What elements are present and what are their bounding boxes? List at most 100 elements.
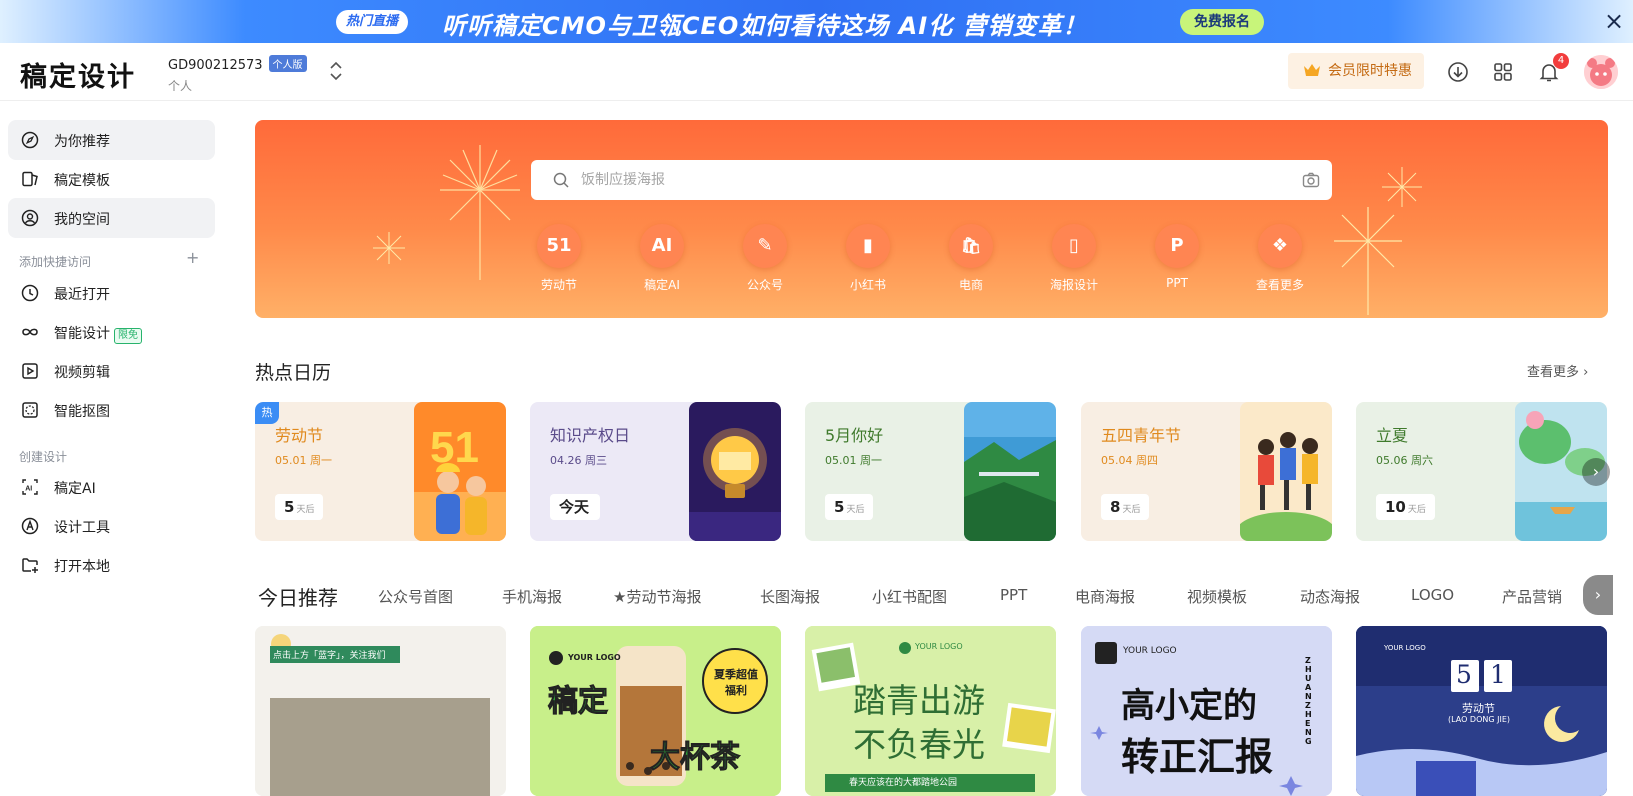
tabs-next-button[interactable]: › xyxy=(1583,575,1613,615)
event-title: 五四青年节 xyxy=(1101,426,1182,445)
category-wechat[interactable]: ✎ 公众号 xyxy=(725,224,805,293)
category-ecommerce[interactable]: 🛍 电商 xyxy=(931,224,1011,293)
tab-logo[interactable]: LOGO xyxy=(1411,586,1454,604)
vip-offer-button[interactable]: 会员限时特惠 xyxy=(1288,53,1424,89)
calendar-card-labor-day[interactable]: 劳动节 05.01 周一 5 天后 51 热 xyxy=(255,402,506,541)
more-icon: ❖ xyxy=(1258,224,1302,268)
calendar-card-hello-may[interactable]: 5月你好 05.01 周一 5 天后 xyxy=(805,402,1056,541)
sidebar: 为你推荐 稿定模板 我的空间 添加快捷访问 + 最近打开 智能设计 限免 视频剪辑… xyxy=(0,101,230,786)
template-card[interactable]: YOUR LOGO 稿定 大杯茶 夏季超值福利 xyxy=(530,626,781,796)
template-card[interactable]: YOUR LOGO 踏青出游 不负春光 春天应该在的大都踏地公园 xyxy=(805,626,1056,796)
tab-dynamic-poster[interactable]: 动态海报 xyxy=(1300,586,1360,607)
shopping-bag-icon: 🛍 xyxy=(949,224,993,268)
sidebar-item-recommend[interactable]: 为你推荐 xyxy=(8,120,215,160)
avatar-image xyxy=(1584,55,1618,89)
category-more[interactable]: ❖ 查看更多 xyxy=(1240,224,1320,293)
switch-account-icon[interactable] xyxy=(328,59,344,83)
tab-labor-day-poster[interactable]: ★劳动节海报 xyxy=(613,586,701,607)
tab-video-template[interactable]: 视频模板 xyxy=(1187,586,1247,607)
search-bar[interactable] xyxy=(531,160,1332,200)
template-headline-2: 不负春光 xyxy=(853,725,985,764)
template-footer: 春天应该在的大都踏地公园 xyxy=(849,778,958,788)
quick-access-title: 添加快捷访问 xyxy=(19,255,92,269)
template-logo: YOUR LOGO xyxy=(1384,644,1426,652)
countdown-unit: 天后 xyxy=(846,505,865,515)
sidebar-item-templates[interactable]: 稿定模板 xyxy=(8,159,215,199)
sidebar-item-label: 智能抠图 xyxy=(54,404,110,420)
calendar-card-ip-day[interactable]: 知识产权日 04.26 周三 今天 xyxy=(530,402,781,541)
cutout-icon xyxy=(22,402,38,418)
template-side-text: ZHUAN ZHENG xyxy=(1305,656,1312,746)
tab-ppt[interactable]: PPT xyxy=(1000,586,1027,604)
template-card[interactable]: YOUR LOGO 高小定的 转正汇报 ZHUAN ZHENG xyxy=(1081,626,1332,796)
category-gaoding-ai[interactable]: AI 稿定AI xyxy=(622,224,702,293)
signup-button[interactable]: 免费报名 xyxy=(1180,9,1264,35)
shopping-glyph: 🛍 xyxy=(960,236,982,255)
article-icon: ✎ xyxy=(743,224,787,268)
category-xiaohongshu[interactable]: ▮ 小红书 xyxy=(828,224,908,293)
search-input[interactable] xyxy=(581,169,1261,191)
sidebar-item-label: 为你推荐 xyxy=(54,134,110,150)
close-icon[interactable]: × xyxy=(1599,6,1629,36)
template-tag: 夏季超值福利 xyxy=(714,668,758,697)
category-poster[interactable]: ▯ 海报设计 xyxy=(1034,224,1114,293)
sidebar-item-open-local[interactable]: 打开本地 xyxy=(8,545,215,585)
camera-icon[interactable] xyxy=(1302,172,1320,188)
chevron-right-icon: › xyxy=(1583,365,1589,380)
tab-long-poster[interactable]: 长图海报 xyxy=(760,586,820,607)
sidebar-item-smart-design[interactable]: 智能设计 限免 xyxy=(8,312,215,352)
sidebar-item-label: 设计工具 xyxy=(54,520,110,536)
vip-offer-label: 会员限时特惠 xyxy=(1328,63,1412,79)
countdown-value: 8 xyxy=(1110,498,1121,516)
brand-logo[interactable]: 稿定设计 xyxy=(20,55,136,94)
template-headline: 稿定 xyxy=(548,684,609,720)
template-card[interactable]: 点击上方「蓝字」，关注我们 xyxy=(255,626,506,796)
sidebar-item-video-edit[interactable]: 视频剪辑 xyxy=(8,351,215,391)
poster-icon: ▯ xyxy=(1052,224,1096,268)
user-circle-icon xyxy=(21,209,39,227)
tab-wechat-cover[interactable]: 公众号首图 xyxy=(378,586,453,607)
sidebar-item-recent[interactable]: 最近打开 xyxy=(8,273,215,313)
firework-decoration xyxy=(1382,167,1422,207)
sidebar-item-my-space[interactable]: 我的空间 xyxy=(8,198,215,238)
article-glyph: ✎ xyxy=(757,235,773,256)
sidebar-item-cutout[interactable]: 智能抠图 xyxy=(8,390,215,430)
promo-banner[interactable]: 热门直播 听听稿定CMO与卫瓴CEO如何看待这场 AI化 营销变革！ 免费报名 … xyxy=(0,0,1633,43)
tab-product-marketing[interactable]: 产品营销 xyxy=(1502,586,1562,607)
category-label: 公众号 xyxy=(746,278,783,292)
calendar-card-lixia[interactable]: 立夏 05.06 周六 10 天后 xyxy=(1356,402,1607,541)
tab-xiaohongshu[interactable]: 小红书配图 xyxy=(872,586,947,607)
template-card[interactable]: YOUR LOGO 5 1 劳动节 (LAO DONG JIE) xyxy=(1356,626,1607,796)
account-id: GD900212573 xyxy=(168,58,263,73)
sidebar-item-gaoding-ai[interactable]: AI 稿定AI xyxy=(8,467,215,507)
event-date: 04.26 周三 xyxy=(550,454,607,467)
today-title: 今日推荐 xyxy=(258,586,338,610)
search-icon xyxy=(553,172,569,188)
ai-glyph: AI xyxy=(651,235,673,256)
svg-text:AI: AI xyxy=(25,486,32,493)
category-labor-day[interactable]: 51 劳动节 xyxy=(519,224,599,293)
sidebar-item-design-tool[interactable]: 设计工具 xyxy=(8,506,215,546)
sidebar-item-label: 最近打开 xyxy=(54,287,110,303)
category-label: 查看更多 xyxy=(1255,278,1304,292)
apps-grid-icon[interactable] xyxy=(1491,60,1515,84)
category-label: 劳动节 xyxy=(540,278,577,292)
clock-icon xyxy=(21,284,39,302)
see-more-link[interactable]: 查看更多 › xyxy=(1527,361,1588,380)
add-quick-access-button[interactable]: + xyxy=(186,248,199,267)
calendar-card-youth-day[interactable]: 五四青年节 05.04 周四 8 天后 xyxy=(1081,402,1332,541)
download-icon[interactable] xyxy=(1446,60,1470,84)
infinity-icon xyxy=(22,328,38,336)
category-ppt[interactable]: P PPT xyxy=(1137,224,1217,290)
template-headline-2: 转正汇报 xyxy=(1121,735,1274,779)
avatar[interactable] xyxy=(1584,55,1618,89)
countdown-value: 今天 xyxy=(559,498,590,516)
category-label: 小红书 xyxy=(849,278,886,292)
tab-ecommerce-poster[interactable]: 电商海报 xyxy=(1075,586,1135,607)
tab-mobile-poster[interactable]: 手机海报 xyxy=(502,586,562,607)
account-switcher[interactable]: GD900212573 个人版 个人 xyxy=(168,54,307,94)
template-headline-2: 大杯茶 xyxy=(650,740,741,776)
calendar-next-button[interactable]: › xyxy=(1582,458,1610,486)
see-more-label: 查看更多 xyxy=(1527,365,1580,380)
smart-design-label: 智能设计 xyxy=(54,326,110,342)
